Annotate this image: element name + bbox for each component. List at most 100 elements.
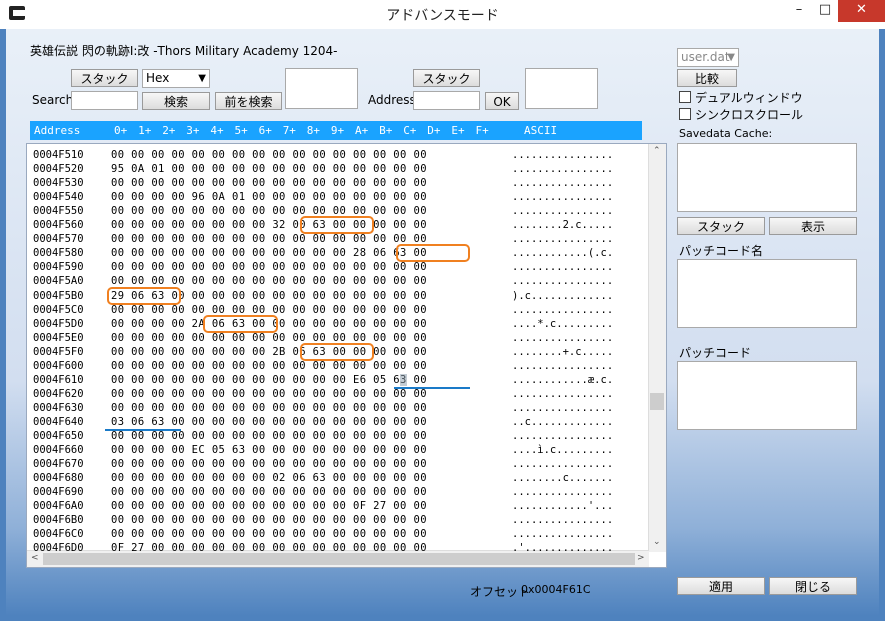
hex-row-bytes[interactable]: 00 00 00 00 00 00 00 00 00 00 00 00 00 0… [111, 232, 427, 246]
vertical-scroll-thumb[interactable] [650, 393, 664, 410]
scroll-right-icon[interactable]: > [637, 553, 645, 563]
hex-row-ascii: ................ [512, 331, 614, 344]
hex-row-bytes[interactable]: 00 00 00 00 00 00 00 00 00 00 00 00 E6 0… [111, 373, 427, 387]
header-column: E+ [451, 124, 465, 137]
hex-row-ascii: ........2.c..... [512, 219, 614, 232]
hex-row-bytes[interactable]: 00 00 00 00 00 00 00 00 00 00 00 00 00 0… [111, 260, 427, 274]
hex-row-ascii: ).c............. [512, 289, 614, 302]
header-column: 8+ [306, 124, 321, 137]
hex-row-bytes[interactable]: 00 00 00 00 00 00 00 00 02 06 63 00 00 0… [111, 471, 427, 485]
hex-row-addr: 0004F5A0 [33, 275, 84, 288]
dual-window-label: デュアルウィンドウ [695, 91, 803, 105]
header-column: 2+ [162, 124, 176, 137]
hex-row-bytes[interactable]: 0F 27 00 00 00 00 00 00 00 00 00 00 00 0… [111, 541, 427, 555]
hex-row-bytes[interactable]: 00 00 00 00 00 00 00 00 00 00 00 00 00 0… [111, 485, 427, 499]
prev-search-button[interactable]: 前を検索 [215, 92, 282, 110]
hex-row-addr: 0004F5D0 [33, 317, 84, 330]
hex-row-bytes[interactable]: 00 00 00 00 00 00 00 00 00 00 00 00 00 0… [111, 148, 427, 162]
close-window-button[interactable]: ✕ [838, 0, 885, 22]
header-ascii: ASCII [524, 124, 558, 137]
hex-row-ascii: ....*.c......... [512, 317, 614, 330]
hex-row-bytes[interactable]: 00 00 00 00 00 00 00 00 32 00 63 00 00 0… [111, 218, 427, 232]
hex-row-bytes[interactable]: 00 00 00 00 00 00 00 00 00 00 00 00 0F 2… [111, 499, 427, 513]
hex-row-addr: 0004F5E0 [33, 331, 84, 344]
hex-row-ascii: ................ [512, 303, 614, 316]
hex-row-ascii: ................ [512, 359, 614, 372]
hex-row-ascii: ................ [512, 387, 614, 400]
hex-row-ascii: ................ [512, 191, 614, 204]
hex-row-bytes[interactable]: 00 00 00 00 00 00 00 00 2B 06 63 00 00 0… [111, 345, 427, 359]
hex-row-bytes[interactable]: 00 00 00 00 EC 05 63 00 00 00 00 00 00 0… [111, 443, 427, 457]
hex-row-ascii: ............æ.c. [512, 373, 614, 386]
header-column: F+ [475, 124, 489, 137]
sync-scroll-checkbox[interactable] [679, 108, 691, 120]
hex-row-bytes[interactable]: 00 00 00 00 96 0A 01 00 00 00 00 00 00 0… [111, 190, 427, 204]
apply-button[interactable]: 適用 [677, 577, 765, 595]
search-button[interactable]: 検索 [142, 92, 210, 110]
header-column: 3+ [186, 124, 200, 137]
game-title: 英雄伝説 閃の軌跡I:改 -Thors Military Academy 120… [30, 44, 338, 58]
stack-button[interactable]: スタック [71, 69, 138, 87]
patch-code-box[interactable] [677, 361, 857, 430]
savedata-cache-box[interactable] [677, 143, 857, 212]
hex-row-ascii: ................ [512, 149, 614, 161]
hex-view[interactable]: ⌃ ⌄ < > 0004F510 00 00 00 00 00 00 00 00 … [26, 143, 667, 568]
hex-row-bytes[interactable]: 95 0A 01 00 00 00 00 00 00 00 00 00 00 0… [111, 162, 427, 176]
patch-name-box[interactable] [677, 259, 857, 328]
address-stack-button[interactable]: スタック [413, 69, 480, 87]
address-preview-box[interactable] [525, 68, 598, 109]
hex-row-bytes[interactable]: 00 00 00 00 00 00 00 00 00 00 00 00 00 0… [111, 387, 427, 401]
search-preview-box[interactable] [285, 68, 358, 109]
scroll-up-icon[interactable]: ⌃ [653, 146, 661, 156]
header-column: 0+ [114, 124, 128, 137]
minimize-button[interactable]: – [786, 0, 812, 22]
cache-stack-button[interactable]: スタック [677, 217, 765, 235]
address-label: Address [368, 93, 416, 107]
hex-row-ascii: ............(.c. [512, 247, 614, 260]
hex-row-ascii: .'.............. [512, 542, 614, 555]
hex-row-bytes[interactable]: 03 06 63 00 00 00 00 00 00 00 00 00 00 0… [111, 415, 427, 429]
hex-row-bytes[interactable]: 00 00 00 00 00 00 00 00 00 00 00 00 00 0… [111, 204, 427, 218]
header-column: C+ [403, 124, 417, 137]
hex-row-bytes[interactable]: 00 00 00 00 00 00 00 00 00 00 00 00 00 0… [111, 401, 427, 415]
maximize-button[interactable]: □ [812, 0, 838, 22]
hex-row-ascii: ................ [512, 275, 614, 288]
header-column: 5+ [234, 124, 248, 137]
hex-row-addr: 0004F620 [33, 387, 84, 400]
hex-row-bytes[interactable]: 00 00 00 00 00 00 00 00 00 00 00 00 28 0… [111, 246, 427, 260]
dual-window-checkbox[interactable] [679, 91, 691, 103]
hex-row-ascii: ............'... [512, 500, 614, 513]
hex-row-ascii: ................ [512, 233, 614, 246]
compare-button[interactable]: 比較 [677, 69, 737, 87]
vertical-scrollbar[interactable]: ⌃ ⌄ [648, 144, 666, 552]
hex-row-addr: 0004F650 [33, 430, 84, 442]
file-select[interactable]: user.dat ▼ [677, 48, 739, 67]
format-select[interactable]: Hex ▼ [142, 69, 210, 88]
header-column: 6+ [258, 124, 272, 137]
hex-row-bytes[interactable]: 00 00 00 00 00 00 00 00 00 00 00 00 00 0… [111, 331, 427, 345]
hex-row-addr: 0004F5B0 [33, 289, 84, 302]
close-button[interactable]: 閉じる [769, 577, 857, 595]
search-label: Search [32, 93, 74, 107]
hex-row-bytes[interactable]: 00 00 00 00 00 00 00 00 00 00 00 00 00 0… [111, 513, 427, 527]
address-input[interactable] [413, 91, 480, 110]
hex-row-bytes[interactable]: 00 00 00 00 00 00 00 00 00 00 00 00 00 0… [111, 359, 427, 373]
hex-row-bytes[interactable]: 00 00 00 00 00 00 00 00 00 00 00 00 00 0… [111, 457, 427, 471]
edit-cursor [400, 373, 408, 386]
highlight-box [299, 342, 375, 361]
window-title: アドバンスモード [386, 8, 499, 24]
hex-row-bytes[interactable]: 00 00 00 00 00 00 00 00 00 00 00 00 00 0… [111, 429, 427, 443]
sync-scroll-label: シンクロスクロール [695, 108, 804, 122]
hex-row-ascii: ................ [512, 261, 614, 274]
hex-row-addr: 0004F540 [33, 191, 84, 204]
header-column: A+ [355, 124, 369, 137]
hex-row-bytes[interactable]: 00 00 00 00 00 00 00 00 00 00 00 00 00 0… [111, 176, 427, 190]
hex-row-bytes[interactable]: 00 00 00 00 00 00 00 00 00 00 00 00 00 0… [111, 527, 427, 541]
highlight-box [396, 244, 471, 263]
scroll-down-icon[interactable]: ⌄ [653, 537, 661, 547]
hex-row-addr: 0004F550 [33, 205, 84, 218]
ok-button[interactable]: OK [485, 92, 519, 110]
cache-show-button[interactable]: 表示 [769, 217, 857, 235]
hex-row-addr: 0004F580 [33, 247, 84, 260]
search-input[interactable] [71, 91, 138, 110]
